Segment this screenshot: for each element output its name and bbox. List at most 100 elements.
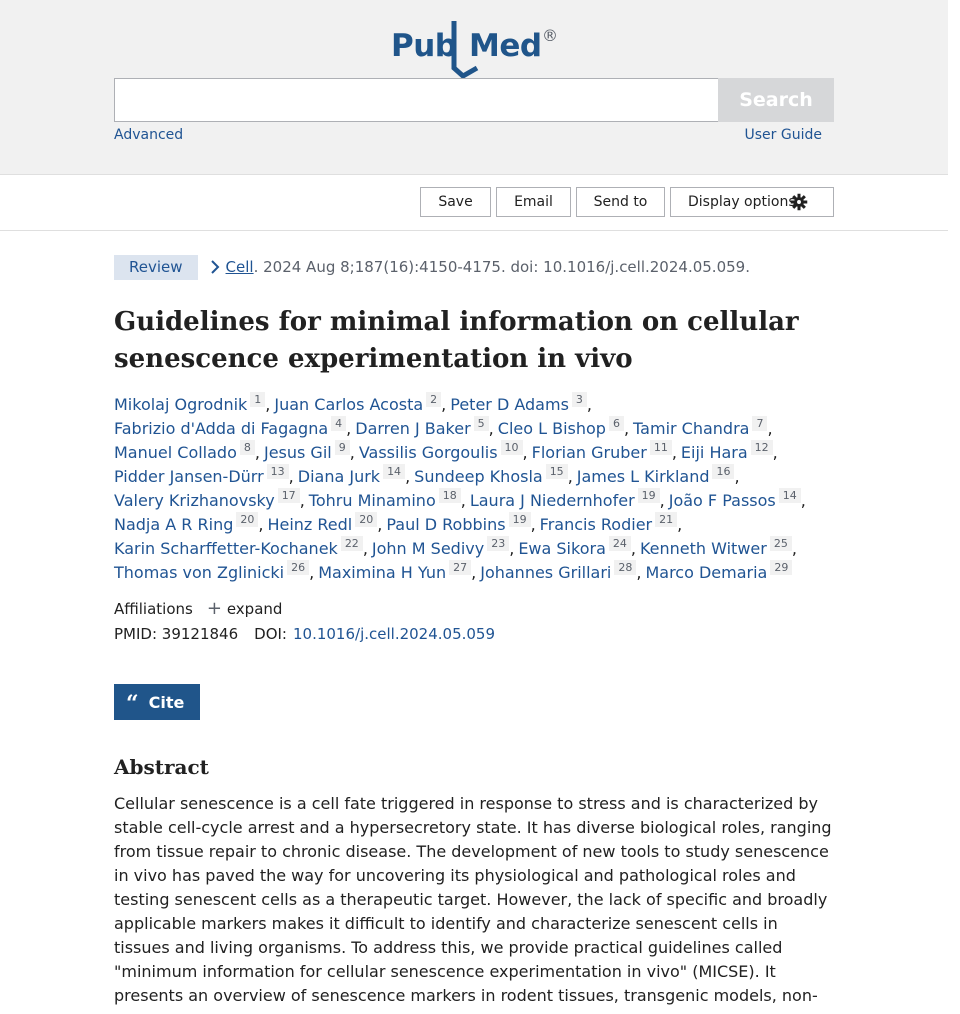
author-line: Karin Scharffetter-Kochanek 22, John M Sed… xyxy=(114,536,834,560)
search-button[interactable]: Search xyxy=(718,78,834,122)
affiliation-number[interactable]: 12 xyxy=(750,440,773,455)
send-to-button[interactable]: Send to xyxy=(576,187,665,217)
author-link[interactable]: Sundeep Khosla xyxy=(414,467,543,486)
affiliation-number[interactable]: 5 xyxy=(473,416,489,431)
author-link[interactable]: Darren J Baker xyxy=(355,419,470,438)
affiliation-number[interactable]: 9 xyxy=(334,440,350,455)
author-link[interactable]: Laura J Niedernhofer xyxy=(470,491,635,510)
cite-label: Cite xyxy=(148,692,185,712)
author-separator: , xyxy=(405,467,411,486)
affiliation-number[interactable]: 25 xyxy=(769,536,792,551)
affiliation-number[interactable]: 21 xyxy=(655,512,678,527)
author-link[interactable]: Thomas von Zglinicki xyxy=(114,563,284,582)
author-link[interactable]: Tamir Chandra xyxy=(633,419,749,438)
author-link[interactable]: James L Kirkland xyxy=(577,467,710,486)
title-line: senescence experimentation in vivo xyxy=(114,344,633,374)
cite-button[interactable]: “ Cite xyxy=(114,684,200,720)
author-link[interactable]: Tohru Minamino xyxy=(309,491,436,510)
pmid-text: PMID: 39121846 xyxy=(114,625,239,643)
author-link[interactable]: Peter D Adams xyxy=(450,395,569,414)
affiliation-number[interactable]: 26 xyxy=(287,560,310,575)
author-separator: , xyxy=(346,419,352,438)
journal-link[interactable]: Cell xyxy=(226,258,254,276)
display-options-button[interactable]: Display options xyxy=(670,187,834,217)
email-button[interactable]: Email xyxy=(496,187,571,217)
pubmed-logo[interactable]: Pub Med ® xyxy=(391,18,561,78)
author-separator: , xyxy=(772,443,778,462)
affiliation-number[interactable]: 24 xyxy=(608,536,631,551)
author-link[interactable]: John M Sedivy xyxy=(372,539,484,558)
advanced-search-link[interactable]: Advanced xyxy=(114,127,183,143)
author-link[interactable]: Karin Scharffetter-Kochanek xyxy=(114,539,338,558)
affiliation-number[interactable]: 29 xyxy=(770,560,793,575)
author-link[interactable]: Francis Rodier xyxy=(540,515,652,534)
affiliation-number[interactable]: 28 xyxy=(614,560,637,575)
affiliation-number[interactable]: 27 xyxy=(449,560,472,575)
review-badge: Review xyxy=(114,254,198,280)
affiliation-number[interactable]: 20 xyxy=(355,512,378,527)
author-link[interactable]: Jesus Gil xyxy=(264,443,332,462)
author-link[interactable]: Johannes Grillari xyxy=(480,563,611,582)
chevron-right-icon[interactable] xyxy=(210,260,220,274)
action-bar: Save Email Send to Display options xyxy=(0,175,948,231)
affiliation-number[interactable]: 23 xyxy=(487,536,510,551)
author-link[interactable]: Ewa Sikora xyxy=(518,539,606,558)
affiliation-number[interactable]: 14 xyxy=(778,488,801,503)
author-link[interactable]: Florian Gruber xyxy=(532,443,647,462)
author-link[interactable]: Cleo L Bishop xyxy=(498,419,606,438)
author-link[interactable]: Nadja A R Ring xyxy=(114,515,233,534)
doi-link[interactable]: 10.1016/j.cell.2024.05.059 xyxy=(293,625,495,643)
author-link[interactable]: Valery Krizhanovsky xyxy=(114,491,275,510)
affiliation-number[interactable]: 18 xyxy=(438,488,461,503)
quote-icon: “ xyxy=(126,691,139,717)
affiliation-number[interactable]: 16 xyxy=(712,464,735,479)
affiliation-number[interactable]: 17 xyxy=(277,488,300,503)
title-line: Guidelines for minimal information on ce… xyxy=(114,307,799,337)
affiliation-number[interactable]: 19 xyxy=(637,488,660,503)
author-separator: , xyxy=(623,419,630,438)
doi-label: DOI: xyxy=(254,625,287,643)
author-separator: , xyxy=(630,539,636,558)
affiliation-number[interactable]: 10 xyxy=(500,440,523,455)
author-link[interactable]: Paul D Robbins xyxy=(386,515,505,534)
author-separator: , xyxy=(586,395,592,414)
affiliation-number[interactable]: 22 xyxy=(340,536,363,551)
affiliation-number[interactable]: 3 xyxy=(571,392,587,407)
plus-icon[interactable]: + xyxy=(207,598,222,619)
author-separator: , xyxy=(522,443,528,462)
author-link[interactable]: Pidder Jansen-Dürr xyxy=(114,467,264,486)
affiliation-number[interactable]: 2 xyxy=(426,392,442,407)
author-separator: , xyxy=(636,563,642,582)
citation-details: . 2024 Aug 8;187(16):4150-4175. doi: 10.… xyxy=(253,258,750,276)
affiliation-number[interactable]: 11 xyxy=(649,440,672,455)
affiliation-number[interactable]: 13 xyxy=(266,464,289,479)
author-link[interactable]: Vassilis Gorgoulis xyxy=(359,443,498,462)
author-link[interactable]: Marco Demaria xyxy=(645,563,767,582)
author-link[interactable]: Juan Carlos Acosta xyxy=(274,395,423,414)
author-link[interactable]: Fabrizio d'Adda di Fagagna xyxy=(114,419,328,438)
affiliation-number[interactable]: 19 xyxy=(508,512,531,527)
author-separator: , xyxy=(349,443,355,462)
save-button[interactable]: Save xyxy=(420,187,491,217)
affiliation-number[interactable]: 15 xyxy=(545,464,568,479)
author-separator: , xyxy=(309,563,315,582)
user-guide-link[interactable]: User Guide xyxy=(745,127,822,143)
author-link[interactable]: Diana Jurk xyxy=(298,467,380,486)
affiliation-number[interactable]: 7 xyxy=(752,416,768,431)
author-link[interactable]: Heinz Redl xyxy=(267,515,352,534)
author-link[interactable]: Maximina H Yun xyxy=(318,563,446,582)
affiliation-number[interactable]: 4 xyxy=(331,416,347,431)
abstract-line: applicable markers makes it difficult to… xyxy=(114,914,778,933)
affiliation-number[interactable]: 6 xyxy=(608,416,624,431)
author-link[interactable]: Manuel Collado xyxy=(114,443,237,462)
affiliation-number[interactable]: 1 xyxy=(250,392,266,407)
author-link[interactable]: João F Passos xyxy=(669,491,776,510)
search-input[interactable] xyxy=(114,78,719,122)
affiliation-number[interactable]: 20 xyxy=(236,512,259,527)
author-link[interactable]: Eiji Hara xyxy=(681,443,748,462)
expand-affiliations-button[interactable]: expand xyxy=(227,600,283,618)
affiliation-number[interactable]: 14 xyxy=(383,464,406,479)
affiliation-number[interactable]: 8 xyxy=(239,440,255,455)
author-link[interactable]: Mikolaj Ogrodnik xyxy=(114,395,247,414)
author-link[interactable]: Kenneth Witwer xyxy=(640,539,767,558)
